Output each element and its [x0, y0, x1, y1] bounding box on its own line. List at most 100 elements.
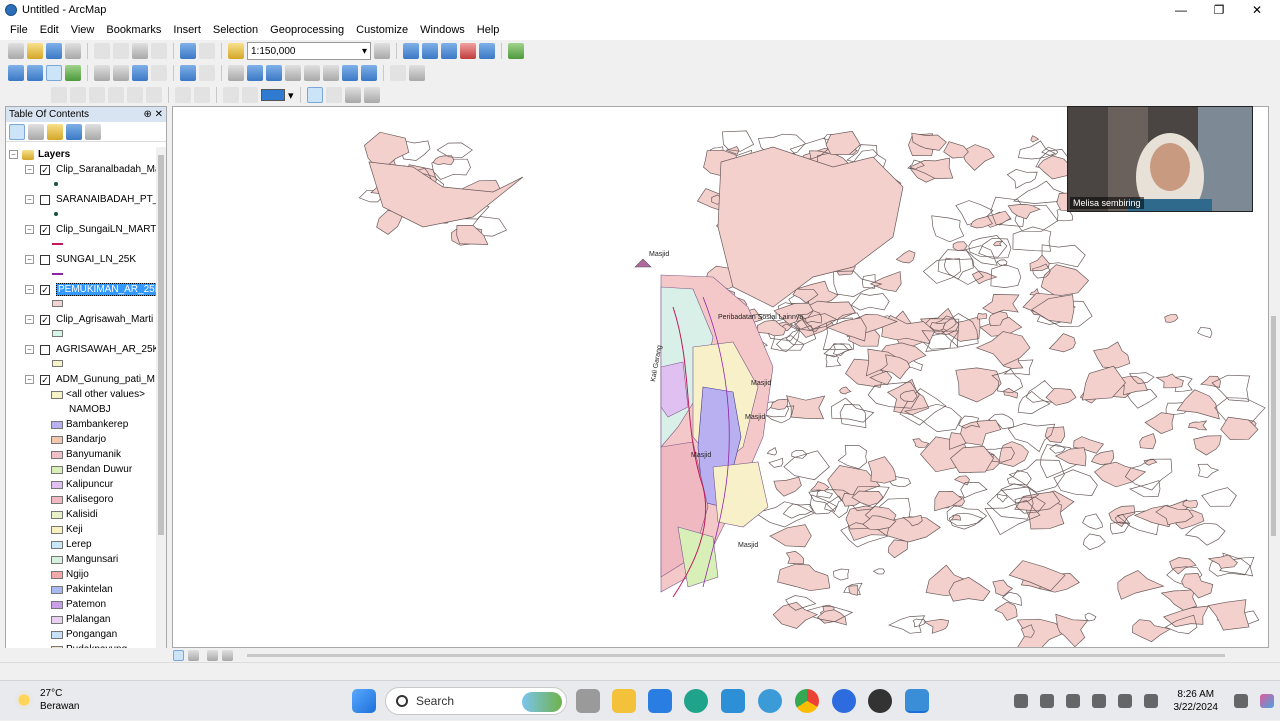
menu-customize[interactable]: Customize — [350, 24, 414, 36]
line-symbol-icon[interactable] — [52, 273, 63, 275]
layers-root[interactable]: − Layers — [6, 147, 70, 162]
layout-tool-icon[interactable] — [307, 87, 323, 103]
draw-tool-icon[interactable] — [223, 87, 239, 103]
menu-geoprocessing[interactable]: Geoprocessing — [264, 24, 350, 36]
chevron-up-icon[interactable] — [1014, 694, 1028, 708]
collapse-icon[interactable]: − — [25, 315, 34, 324]
taskbar-search[interactable]: Search — [385, 687, 567, 715]
layer-name[interactable]: Clip_Agrisawah_Marti — [56, 314, 153, 325]
legend-item[interactable]: Banyumanik — [51, 447, 121, 462]
weather-widget[interactable]: 27°C Berawan — [14, 687, 79, 713]
close-button[interactable]: ✕ — [1238, 0, 1276, 20]
draw-tool-icon[interactable] — [89, 87, 105, 103]
windows-start-icon[interactable] — [352, 689, 376, 713]
layer-visibility-checkbox[interactable] — [40, 195, 50, 205]
layout-tool-icon[interactable] — [345, 87, 361, 103]
layer-visibility-checkbox[interactable] — [40, 255, 50, 265]
identify-info-icon[interactable] — [247, 65, 263, 81]
map-vertical-scrollbar[interactable] — [1269, 106, 1278, 648]
zoom-app-icon[interactable] — [832, 689, 856, 713]
toc-layer-row[interactable]: −✓ Clip_Agrisawah_Marti — [6, 312, 153, 327]
edge-browser-icon[interactable] — [684, 689, 708, 713]
data-view-icon[interactable] — [173, 650, 184, 661]
editor-toolbar-icon[interactable] — [374, 43, 390, 59]
menu-bookmarks[interactable]: Bookmarks — [100, 24, 167, 36]
fill-symbol-icon[interactable] — [51, 391, 63, 399]
pin-icon[interactable]: ⊕ — [143, 109, 151, 120]
toc-layer-row[interactable]: −✓PEMUKIMAN_AR_25K — [6, 282, 163, 297]
fill-symbol-icon[interactable] — [51, 466, 63, 474]
html-popup-icon[interactable] — [285, 65, 301, 81]
fill-symbol-icon[interactable] — [51, 451, 63, 459]
wifi-icon[interactable] — [1092, 694, 1106, 708]
legend-item[interactable]: Pakintelan — [51, 582, 113, 597]
collapse-icon[interactable]: − — [25, 225, 34, 234]
undo-icon[interactable] — [180, 43, 196, 59]
list-by-selection-icon[interactable] — [66, 124, 82, 140]
zoom-in-icon[interactable] — [8, 65, 24, 81]
pan-hand-icon[interactable] — [46, 65, 62, 81]
back-arrow-icon[interactable] — [132, 65, 148, 81]
fill-symbol-icon[interactable] — [51, 421, 63, 429]
cloud-icon[interactable] — [1040, 694, 1054, 708]
collapse-icon[interactable]: − — [25, 345, 34, 354]
hyperlink-icon[interactable] — [266, 65, 282, 81]
refresh-icon[interactable] — [207, 650, 218, 661]
menu-insert[interactable]: Insert — [167, 24, 207, 36]
list-by-visibility-icon[interactable] — [47, 124, 63, 140]
layer-name[interactable]: Clip_SungaiLN_MARTI — [56, 224, 159, 235]
arcmap-taskbar-icon[interactable] — [905, 689, 929, 713]
notification-bell-icon[interactable] — [1234, 694, 1248, 708]
fill-symbol-icon[interactable] — [51, 481, 63, 489]
viewer-window-icon[interactable] — [409, 65, 425, 81]
layer-visibility-checkbox[interactable]: ✓ — [40, 285, 50, 295]
paste-icon[interactable] — [132, 43, 148, 59]
layer-visibility-checkbox[interactable]: ✓ — [40, 315, 50, 325]
measure-icon[interactable] — [304, 65, 320, 81]
fill-symbol-icon[interactable] — [52, 330, 63, 337]
taskbar-clock[interactable]: 8:26 AM 3/22/2024 — [1174, 688, 1219, 714]
layout-tool-icon[interactable] — [364, 87, 380, 103]
fixed-zoom-out-icon[interactable] — [113, 65, 129, 81]
microphone-icon[interactable] — [1066, 694, 1080, 708]
clear-selection-icon[interactable] — [199, 65, 215, 81]
chrome-browser-icon[interactable] — [795, 689, 819, 713]
toc-layer-row[interactable]: −SUNGAI_LN_25K — [6, 252, 136, 267]
cut-icon[interactable] — [94, 43, 110, 59]
open-folder-icon[interactable] — [27, 43, 43, 59]
draw-tool-icon[interactable] — [194, 87, 210, 103]
layer-visibility-checkbox[interactable]: ✓ — [40, 225, 50, 235]
map-horizontal-scrollbar[interactable] — [247, 654, 1225, 657]
arctoolbox-icon[interactable] — [460, 43, 476, 59]
redo-icon[interactable] — [199, 43, 215, 59]
menu-windows[interactable]: Windows — [414, 24, 471, 36]
arcgis-app-icon[interactable] — [721, 689, 745, 713]
close-icon[interactable]: ✕ — [155, 109, 163, 120]
minimize-button[interactable]: — — [1162, 0, 1200, 20]
point-symbol-icon[interactable] — [54, 182, 58, 186]
fill-symbol-icon[interactable] — [51, 526, 63, 534]
collapse-icon[interactable]: − — [25, 195, 34, 204]
menu-file[interactable]: File — [4, 24, 34, 36]
point-symbol-icon[interactable] — [54, 212, 58, 216]
legend-item[interactable]: Lerep — [51, 537, 92, 552]
legend-other-values[interactable]: <all other values> — [51, 387, 145, 402]
line-symbol-icon[interactable] — [52, 243, 63, 245]
list-by-source-icon[interactable] — [28, 124, 44, 140]
legend-item[interactable]: Bandarjo — [51, 432, 106, 447]
fill-symbol-icon[interactable] — [51, 496, 63, 504]
draw-tool-icon[interactable] — [175, 87, 191, 103]
volume-icon[interactable] — [1118, 694, 1132, 708]
forward-arrow-icon[interactable] — [151, 65, 167, 81]
chevron-down-icon[interactable]: ▾ — [288, 89, 294, 102]
fill-symbol-icon[interactable] — [51, 586, 63, 594]
copy-icon[interactable] — [113, 43, 129, 59]
new-document-icon[interactable] — [8, 43, 24, 59]
table-of-contents-icon[interactable] — [403, 43, 419, 59]
list-by-drawing-order-icon[interactable] — [9, 124, 25, 140]
legend-item[interactable]: Ngijo — [51, 567, 89, 582]
toc-scrollbar[interactable] — [156, 147, 166, 649]
zoom-out-icon[interactable] — [27, 65, 43, 81]
add-data-icon[interactable] — [228, 43, 244, 59]
legend-item[interactable]: Pongangan — [51, 627, 117, 642]
